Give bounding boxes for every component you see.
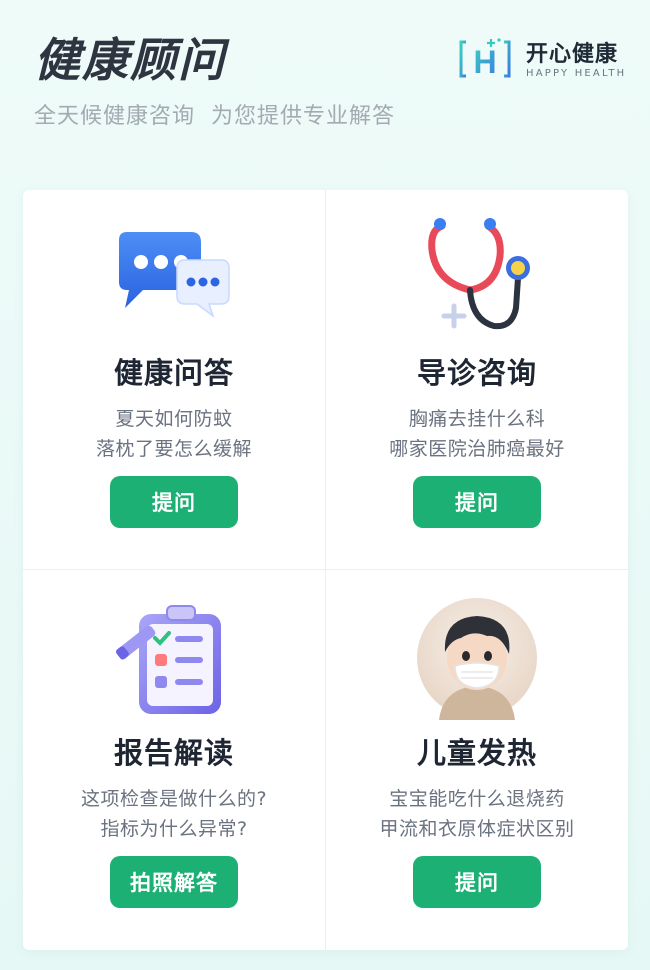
page-subtitle: 全天候健康咨询 为您提供专业解答	[34, 104, 395, 129]
card-example-question[interactable]: 宝宝能吃什么退烧药	[326, 784, 628, 811]
card-triage-consult[interactable]: 导诊咨询 胸痛去挂什么科 哪家医院治肺癌最好 提问	[326, 190, 628, 569]
card-report-interpret[interactable]: 报告解读 这项检查是做什么的? 指标为什么异常? 拍照解答	[23, 570, 325, 949]
ask-button[interactable]: 提问	[413, 856, 541, 908]
card-example-question[interactable]: 哪家医院治肺癌最好	[326, 434, 628, 461]
card-example-question[interactable]: 指标为什么异常?	[23, 814, 325, 841]
chat-bubbles-icon	[119, 232, 230, 319]
photo-answer-button[interactable]: 拍照解答	[110, 856, 238, 908]
clipboard-report-icon	[116, 605, 221, 714]
card-title: 健康问答	[113, 356, 234, 390]
header: 健康顾问 全天候健康咨询 为您提供专业解答 H 开心健康 HAPPY HEALT…	[0, 0, 650, 150]
ask-button[interactable]: 提问	[413, 476, 541, 528]
stethoscope-icon	[428, 218, 530, 330]
brand-tagline: HAPPY HEALTH	[526, 68, 627, 79]
page-title: 健康顾问	[34, 33, 226, 87]
brand-logo-letter: H	[473, 44, 496, 80]
ask-button[interactable]: 提问	[110, 476, 238, 528]
card-title: 导诊咨询	[416, 356, 537, 390]
happy-health-logo-icon: H	[459, 38, 511, 80]
card-health-qa[interactable]: 健康问答 夏天如何防蚊 落枕了要怎么缓解 提问	[23, 190, 325, 569]
service-grid: 健康问答 夏天如何防蚊 落枕了要怎么缓解 提问 导诊咨询 胸痛去挂什么科 哪家医…	[23, 190, 628, 950]
card-example-question[interactable]: 落枕了要怎么缓解	[23, 434, 325, 461]
card-child-fever[interactable]: 儿童发热 宝宝能吃什么退烧药 甲流和衣原体症状区别 提问	[326, 570, 628, 949]
card-title: 报告解读	[113, 736, 234, 770]
brand-logo: H 开心健康 HAPPY HEALTH	[458, 34, 638, 84]
card-example-question[interactable]: 夏天如何防蚊	[23, 404, 325, 431]
card-example-question[interactable]: 甲流和衣原体症状区别	[326, 814, 628, 841]
card-title: 儿童发热	[416, 736, 537, 770]
child-mask-avatar-icon	[417, 598, 537, 720]
card-example-question[interactable]: 胸痛去挂什么科	[326, 404, 628, 431]
brand-name: 开心健康	[526, 42, 619, 67]
card-example-question[interactable]: 这项检查是做什么的?	[23, 784, 325, 811]
